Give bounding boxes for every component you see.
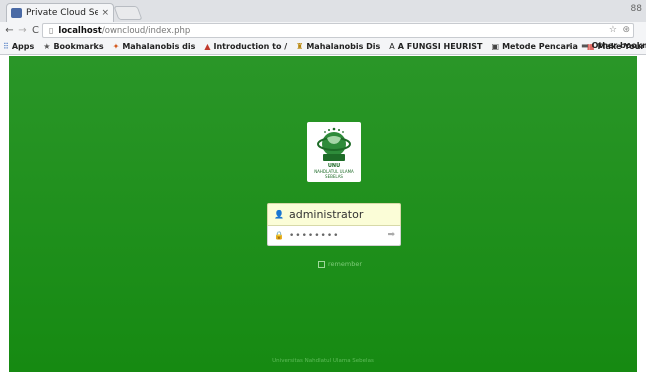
bookmark-favicon-icon: A — [389, 42, 395, 51]
bookmark-favicon-icon: ▲ — [204, 42, 211, 51]
window-controls[interactable]: 88 — [631, 4, 642, 14]
lock-icon: 🔒 — [274, 231, 284, 240]
bookmarks-overflow-button[interactable]: » — [567, 41, 572, 50]
apps-grid-icon: ⠿ — [3, 42, 9, 51]
back-arrow-icon[interactable]: ← — [3, 25, 16, 36]
university-logo: UNU NAHDLATUL ULAMA SEBELAS — [307, 122, 361, 182]
page-icon: ▯ — [49, 26, 54, 35]
bookmark-introduction[interactable]: ▲ Introduction to / — [204, 42, 287, 51]
remember-checkbox[interactable] — [318, 260, 325, 268]
remember-label: remember — [328, 260, 362, 268]
logo-subtext: SEBELAS — [325, 173, 343, 179]
bookmark-mahalanobis-1[interactable]: ✦ Mahalanobis dis — [113, 42, 196, 51]
username-input[interactable] — [288, 208, 399, 221]
bookmarks-bar: ⠿ Apps ★ Bookmarks ✦ Mahalanobis dis ▲ Intro… — [0, 39, 646, 55]
new-tab-button[interactable] — [113, 6, 143, 20]
bookmark-favicon-icon: ▣ — [491, 42, 500, 51]
address-bar[interactable]: ▯ localhost /owncloud/index.php ☆ ⊛ — [42, 23, 634, 38]
bookmark-metode-pencarian[interactable]: ▣ Metode Pencaria — [492, 42, 578, 51]
url-path: /owncloud/index.php — [101, 25, 191, 36]
bookmark-mahalanobis-2[interactable]: ♜ Mahalanobis Dis — [296, 42, 380, 51]
extension-icon[interactable]: ⊛ — [622, 25, 630, 35]
bookmark-star-icon[interactable]: ☆ — [609, 25, 617, 35]
password-field[interactable]: 🔒 ➡ — [267, 226, 401, 246]
url-host: localhost — [58, 25, 102, 36]
user-icon: 👤 — [274, 210, 284, 219]
browser-tab-strip: Private Cloud Serv × 88 — [0, 0, 646, 22]
submit-arrow-icon[interactable]: ➡ — [387, 230, 395, 240]
browser-tab[interactable]: Private Cloud Serv × — [6, 3, 114, 22]
cloud-favicon-icon — [11, 8, 22, 18]
bookmark-apps[interactable]: ⠿ Apps — [3, 42, 34, 51]
page-footer: Universitas Nahdlatul Ulama Sebelas — [272, 358, 374, 364]
browser-toolbar: ← → C ▯ localhost /owncloud/index.php ☆ … — [0, 22, 646, 39]
login-page: UNU NAHDLATUL ULAMA SEBELAS 👤 🔒 ➡ rememb… — [9, 56, 637, 372]
remember-option[interactable]: remember — [318, 260, 362, 268]
bookmark-bookmarks[interactable]: ★ Bookmarks — [43, 42, 103, 51]
folder-icon: ▬ — [581, 41, 589, 50]
globe-emblem-icon — [317, 127, 351, 161]
close-icon[interactable]: × — [101, 8, 109, 18]
login-form: 👤 🔒 ➡ — [267, 203, 401, 246]
username-field[interactable]: 👤 — [267, 203, 401, 226]
bookmark-favicon-icon: ♜ — [296, 42, 304, 51]
reload-icon[interactable]: C — [29, 25, 42, 36]
bookmark-favicon-icon: ✦ — [112, 42, 120, 51]
password-input[interactable] — [288, 230, 379, 241]
bookmark-fungsi-heuristik[interactable]: AA FUNGSI HEURIST — [389, 42, 482, 51]
tab-title: Private Cloud Serv — [26, 8, 99, 18]
other-bookmarks[interactable]: ▬Other bookmar — [581, 41, 646, 50]
forward-arrow-icon[interactable]: → — [16, 25, 29, 36]
star-icon: ★ — [43, 42, 51, 51]
